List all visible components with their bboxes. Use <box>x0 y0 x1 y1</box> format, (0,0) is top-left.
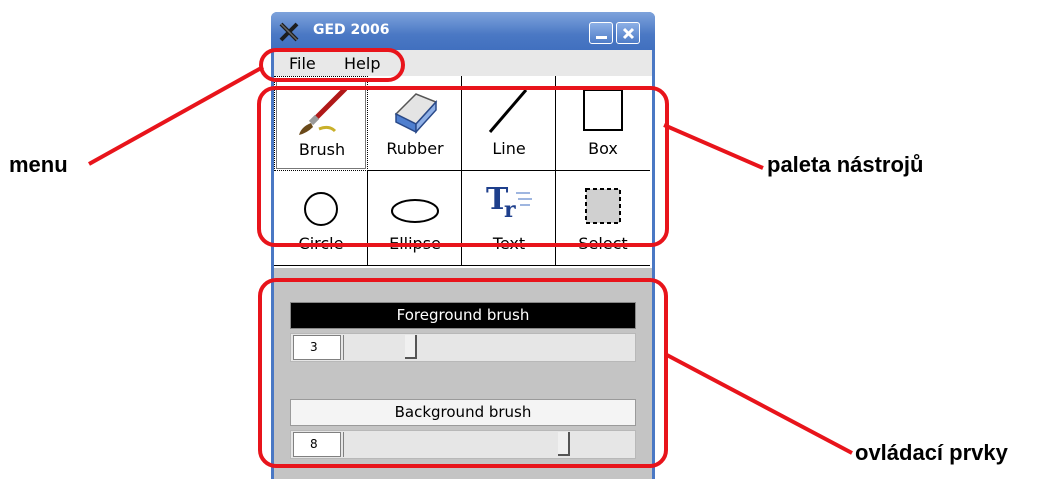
menu-pointer <box>88 65 264 166</box>
controls-pointer <box>664 352 853 455</box>
palette-pointer <box>663 123 764 170</box>
callout-pointers <box>88 65 853 455</box>
controls-annotation: ovládací prvky <box>855 440 1008 465</box>
palette-annotation: paleta nástrojů <box>767 152 924 177</box>
menu-annotation: menu <box>9 152 68 177</box>
